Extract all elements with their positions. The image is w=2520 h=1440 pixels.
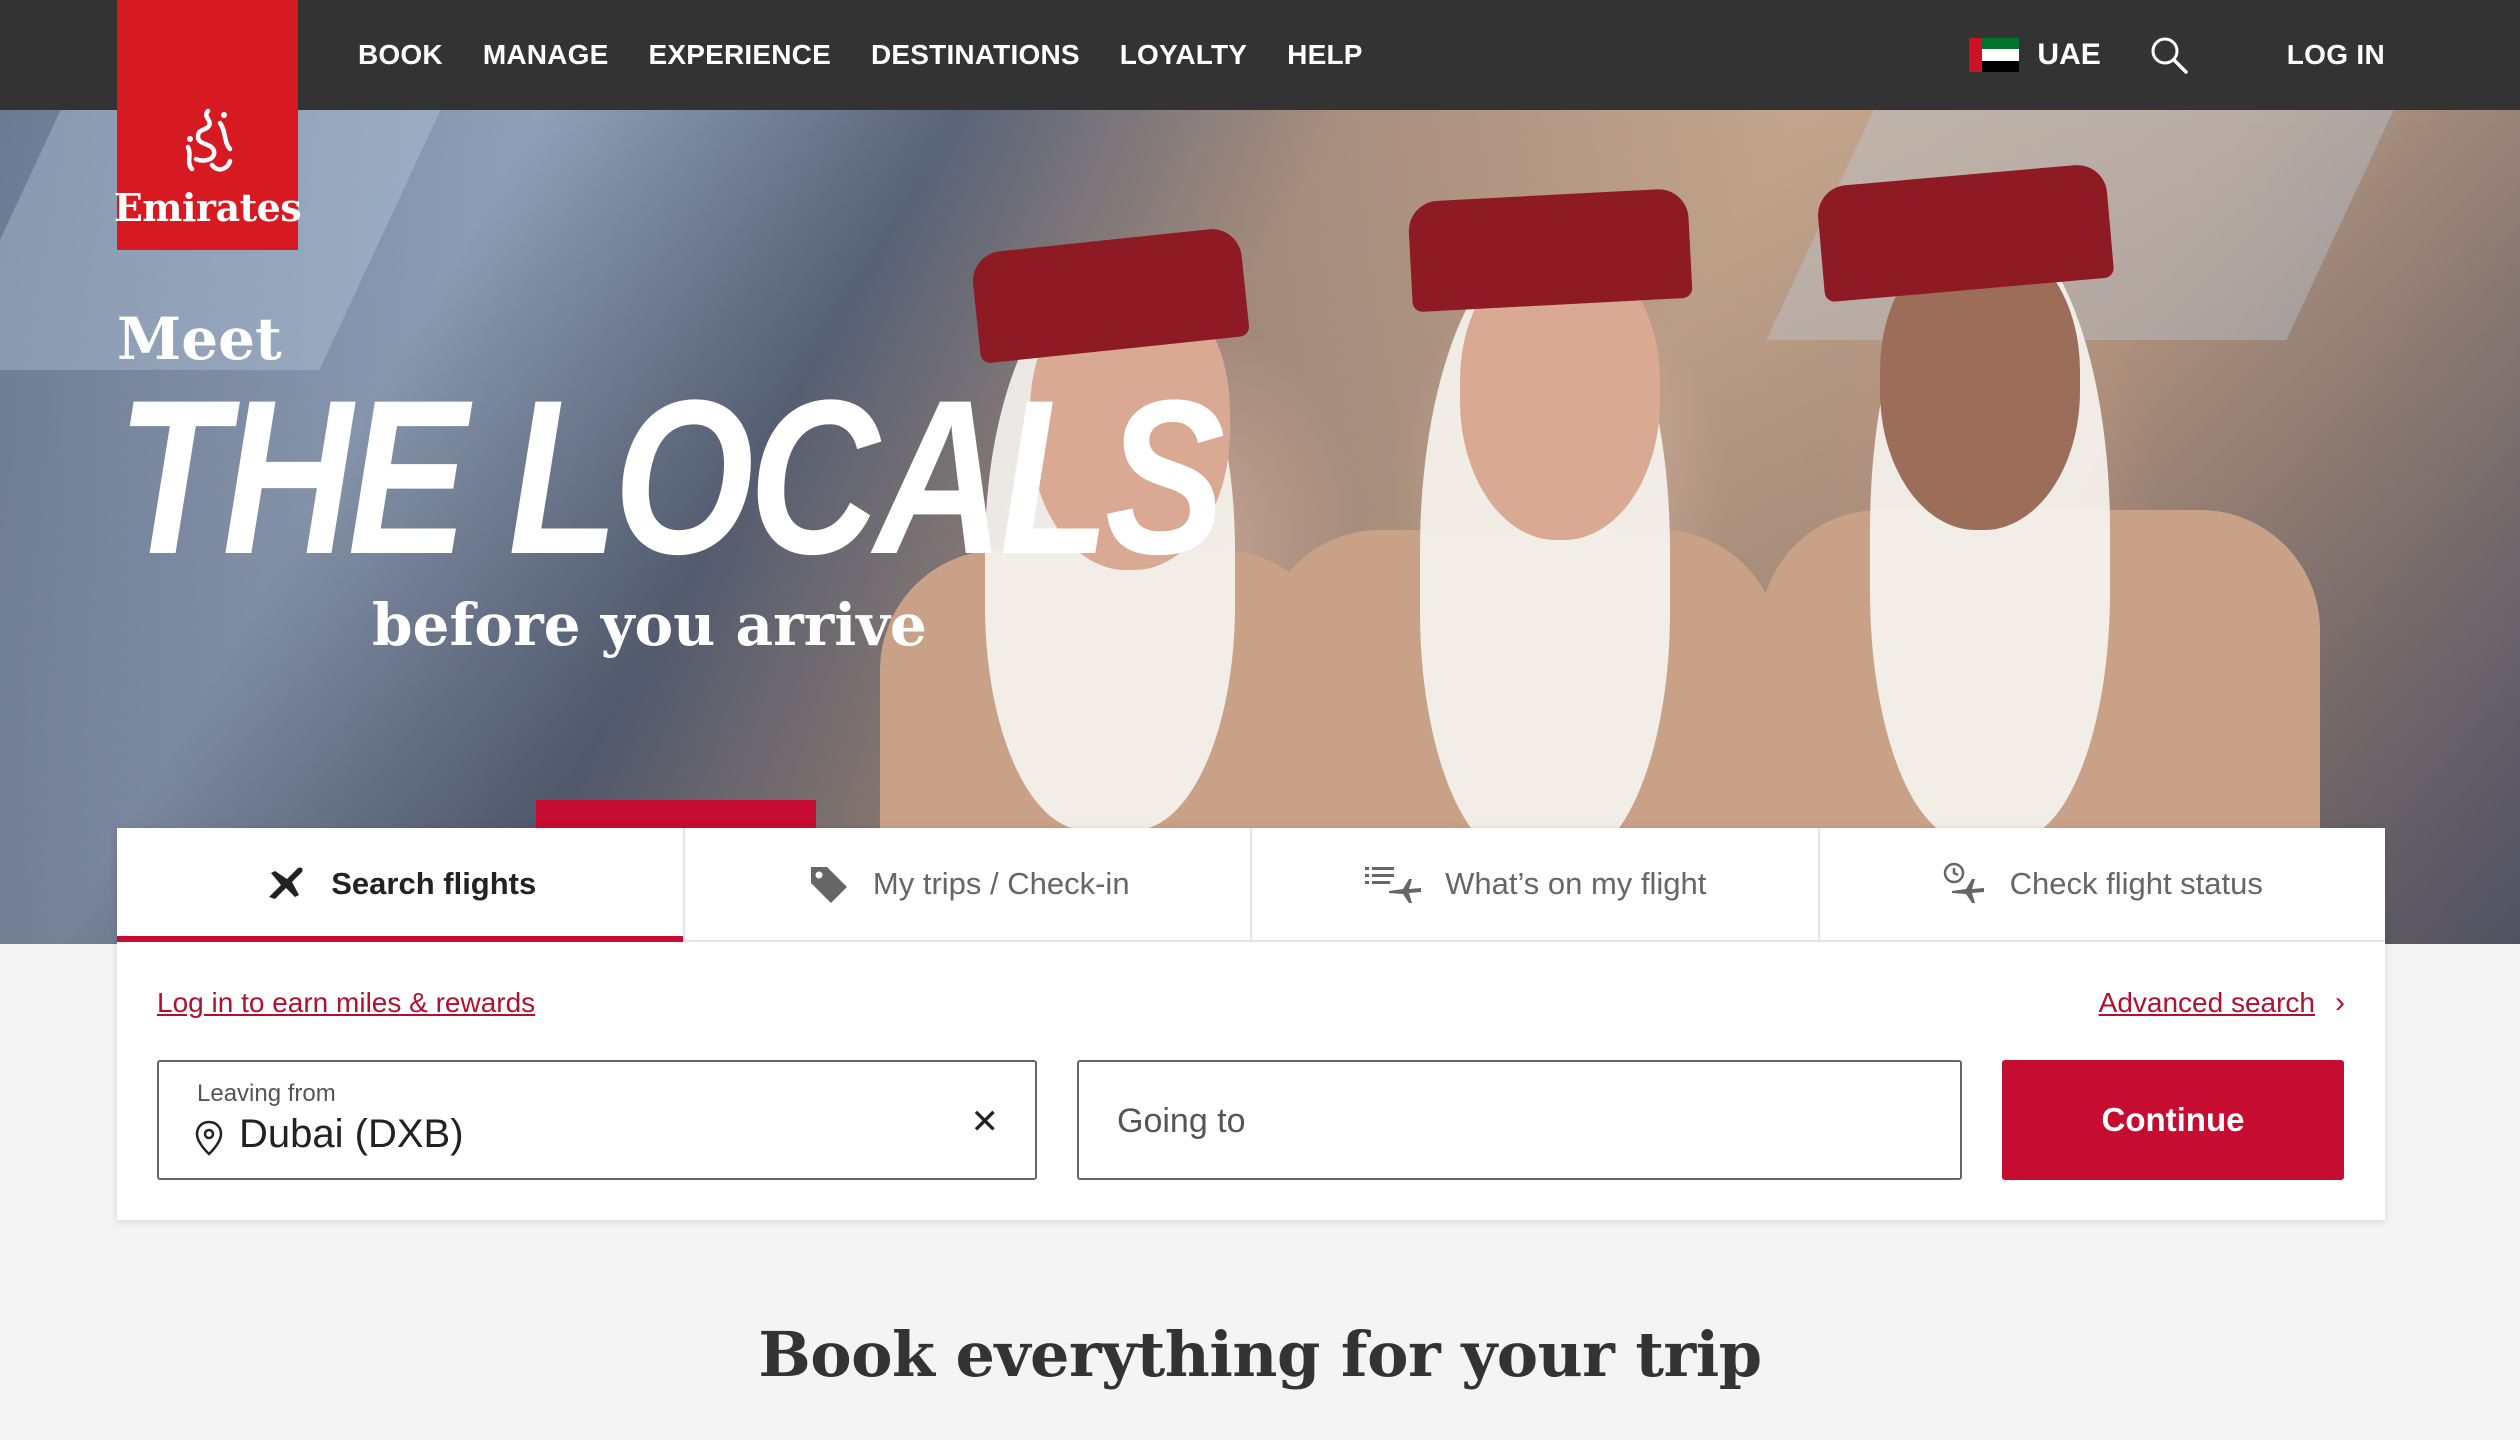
clear-icon[interactable]: ✕ <box>971 1102 1000 1142</box>
going-to-field[interactable]: Going to <box>1077 1060 1962 1180</box>
widget-tabs: Search flights My trips / Check-in What’… <box>117 828 2385 942</box>
plane-takeoff-icon <box>269 867 303 899</box>
advanced-search-link[interactable]: Advanced search <box>2099 987 2315 1019</box>
nav-destinations[interactable]: DESTINATIONS <box>871 39 1080 71</box>
uae-flag-icon[interactable] <box>1969 38 2020 72</box>
nav-utilities: UAE LOG IN <box>1969 0 2520 110</box>
emirates-logo[interactable]: Emirates <box>113 0 302 250</box>
nav-help[interactable]: HELP <box>1287 39 1362 71</box>
widget-links: Log in to earn miles & rewards Advanced … <box>157 986 2345 1020</box>
nav-manage[interactable]: MANAGE <box>483 39 609 71</box>
list-plane-icon <box>1365 867 1422 903</box>
logo-wordmark: Emirates <box>113 185 302 230</box>
going-to-placeholder: Going to <box>1117 1102 1246 1140</box>
search-icon[interactable] <box>2149 35 2189 75</box>
tab-search-flights[interactable]: Search flights <box>117 828 685 942</box>
hero-line-before: before you arrive <box>372 591 927 659</box>
hero-headline: Meet THE LOCALS before you arrive <box>117 305 1463 659</box>
tab-label: What’s on my flight <box>1445 866 1707 901</box>
tab-my-trips[interactable]: My trips / Check-in <box>685 828 1252 940</box>
nav-loyalty[interactable]: LOYALTY <box>1120 39 1247 71</box>
leaving-from-value: Dubai (DXB) <box>239 1112 464 1156</box>
advanced-search[interactable]: Advanced search › <box>2099 986 2345 1020</box>
search-fields: Leaving from Dubai (DXB) ✕ Going to Cont… <box>157 1060 2344 1180</box>
main-menu: BOOK MANAGE EXPERIENCE DESTINATIONS LOYA… <box>358 0 1363 110</box>
nav-experience[interactable]: EXPERIENCE <box>648 39 831 71</box>
section-title: Book everything for your trip <box>758 1318 1762 1391</box>
top-navigation: BOOK MANAGE EXPERIENCE DESTINATIONS LOYA… <box>0 0 2520 110</box>
tab-label: Search flights <box>331 866 537 901</box>
hero-line-locals: THE LOCALS <box>117 354 1225 600</box>
emirates-calligraphy-icon <box>185 108 232 172</box>
country-selector[interactable]: UAE <box>2037 38 2100 72</box>
tab-label: My trips / Check-in <box>872 866 1130 901</box>
booking-widget: Search flights My trips / Check-in What’… <box>117 828 2385 1220</box>
leaving-from-label: Leaving from <box>197 1080 336 1107</box>
tab-label: Check flight status <box>2009 866 2263 901</box>
hero-figure-hat <box>1407 187 1693 313</box>
hero-banner: Meet THE LOCALS before you arrive Learn … <box>0 110 2520 944</box>
tab-whats-on-my-flight[interactable]: What’s on my flight <box>1252 828 1820 940</box>
tab-check-flight-status[interactable]: Check flight status <box>1820 828 2386 940</box>
continue-button[interactable]: Continue <box>2002 1060 2344 1180</box>
clock-plane-icon <box>1943 862 1984 903</box>
login-earn-miles-link[interactable]: Log in to earn miles & rewards <box>157 987 535 1019</box>
chevron-right-icon: › <box>2335 986 2345 1019</box>
location-pin-icon <box>195 1120 223 1156</box>
leaving-from-field[interactable]: Leaving from Dubai (DXB) ✕ <box>157 1060 1037 1180</box>
tag-icon <box>810 867 847 903</box>
login-link[interactable]: LOG IN <box>2287 39 2385 71</box>
nav-book[interactable]: BOOK <box>358 39 443 71</box>
